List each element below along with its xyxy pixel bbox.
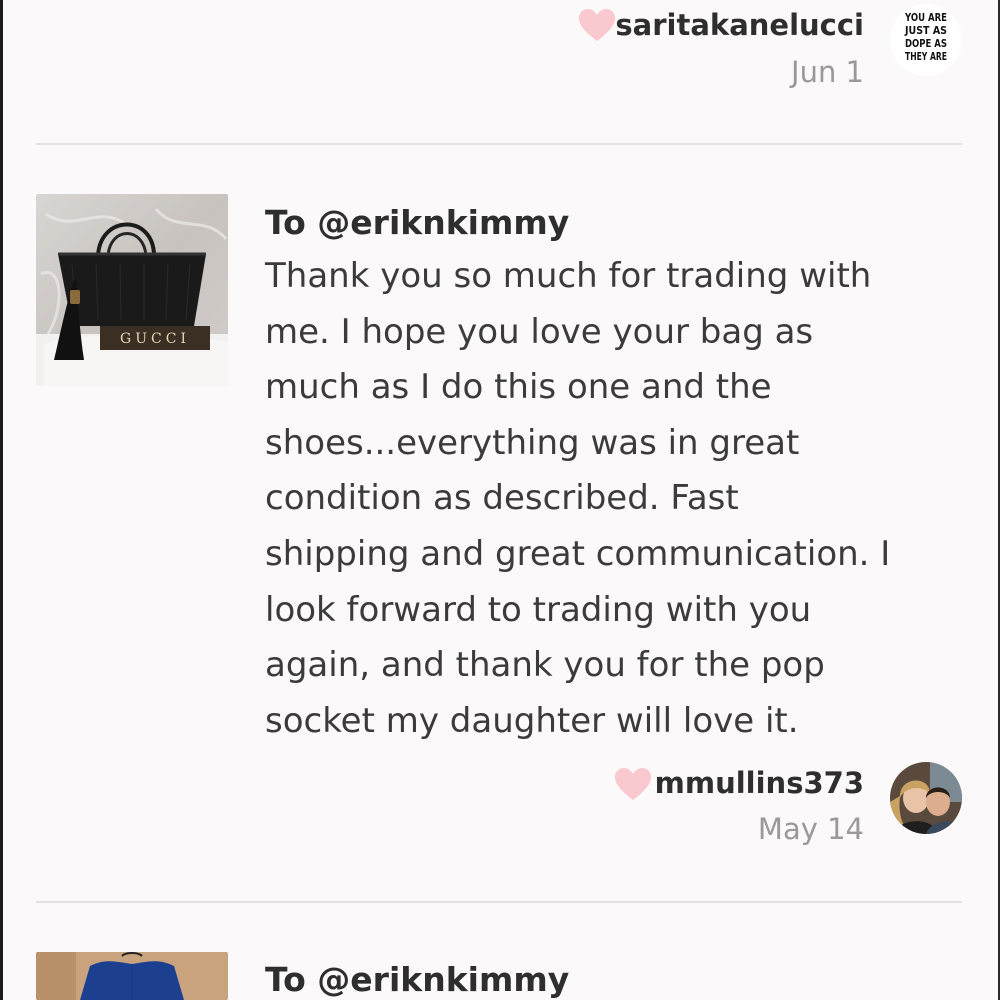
divider	[36, 901, 962, 903]
avatar-text-line: JUST AS	[904, 24, 947, 37]
message-line: again, and thank you for the pop	[265, 645, 825, 686]
message-line: much as I do this one and the	[265, 367, 772, 408]
avatar-quote-image: YOU ARE JUST AS DOPE AS THEY ARE	[890, 4, 962, 76]
avatar-text-line: YOU ARE	[904, 11, 947, 24]
message-line: condition as described. Fast	[265, 478, 739, 519]
avatar-text-line: DOPE AS	[905, 37, 947, 50]
message-line: socket my daughter will love it.	[265, 700, 799, 741]
avatar-text-line: THEY ARE	[905, 50, 947, 63]
avatar[interactable]	[890, 762, 962, 834]
avatar[interactable]: YOU ARE JUST AS DOPE AS THEY ARE	[890, 4, 962, 76]
review-recipient[interactable]: To @eriknkimmy	[265, 960, 569, 999]
gucci-tote-bag-image: GUCCI	[36, 194, 228, 386]
review-date: May 14	[757, 812, 864, 846]
review-message: Thank you so much for trading with me. I…	[265, 249, 965, 749]
blue-garment-image	[36, 952, 228, 1000]
reviewer-username[interactable]: mmullins373	[655, 766, 864, 800]
divider	[36, 143, 962, 145]
heart-icon[interactable]	[578, 8, 616, 42]
message-line: Thank you so much for trading with	[265, 256, 872, 296]
message-line: me. I hope you love your bag as	[265, 311, 814, 352]
avatar-photo	[890, 762, 962, 834]
left-edge	[0, 0, 3, 1000]
heart-icon[interactable]	[614, 767, 652, 801]
review-recipient[interactable]: To @eriknkimmy	[265, 203, 569, 242]
listing-thumbnail[interactable]	[36, 952, 228, 1000]
message-line: look forward to trading with you	[265, 589, 812, 630]
thumbnail-brand-text: GUCCI	[120, 331, 190, 347]
message-line: shipping and great communication. I	[265, 533, 891, 574]
review-date: Jun 1	[791, 55, 864, 89]
listing-thumbnail[interactable]: GUCCI	[36, 194, 228, 386]
message-line: shoes...everything was in great	[265, 422, 800, 463]
reviewer-username[interactable]: saritakanelucci	[615, 8, 864, 42]
reviews-screen: saritakanelucci Jun 1 YOU ARE JUST AS DO…	[0, 0, 1000, 1000]
